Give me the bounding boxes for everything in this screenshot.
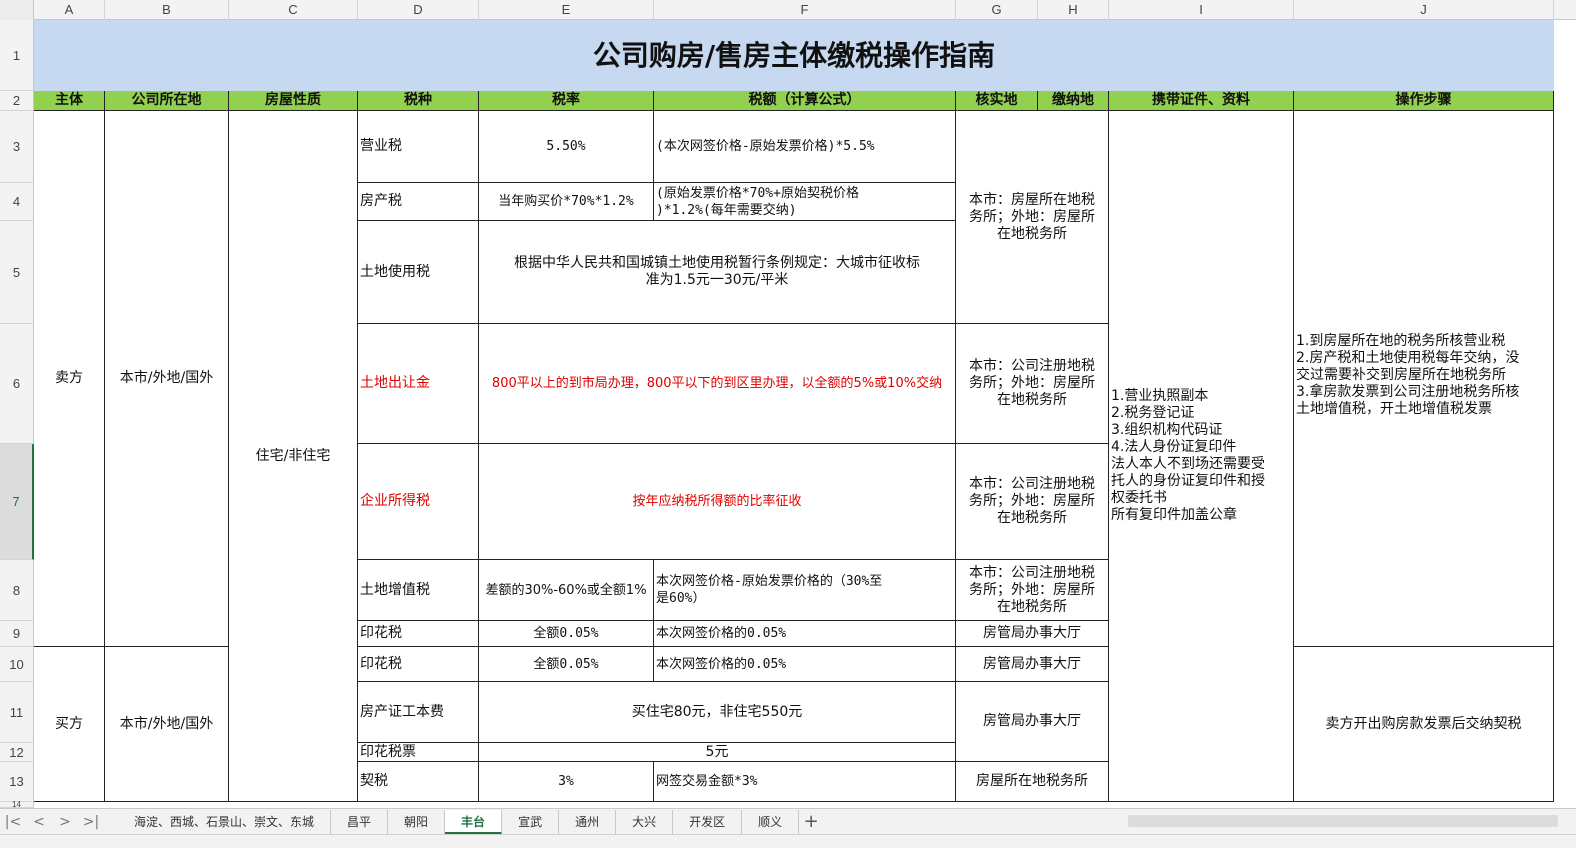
sheet-tab[interactable]: 昌平	[331, 809, 389, 834]
seller-amount-row8[interactable]: 本次网签价格-原始发票价格的（30%至 是60%）	[654, 560, 956, 621]
buyer-rate-row13[interactable]: 3%	[479, 762, 654, 802]
spreadsheet-grid: A B C D E F G H I J 1 2 3 4 5 6 7 8 9 10…	[0, 0, 1576, 848]
sheet-tab-bar: |< < > >| 海淀、西城、石景山、崇文、东城 昌平 朝阳 丰台 宣武 通州…	[0, 808, 1576, 834]
seller-amount-row9[interactable]: 本次网签价格的0.05%	[654, 621, 956, 647]
header-nature[interactable]: 房屋性质	[229, 91, 358, 111]
col-header-a[interactable]: A	[34, 0, 105, 20]
seller-tax-row4[interactable]: 房产税	[358, 183, 479, 221]
add-sheet-icon[interactable]: +	[799, 811, 823, 832]
col-header-e[interactable]: E	[479, 0, 654, 20]
header-pay-place[interactable]: 缴纳地	[1038, 91, 1109, 111]
buyer-tax-row11[interactable]: 房产证工本费	[358, 682, 479, 743]
seller-tax-row7[interactable]: 企业所得税	[358, 444, 479, 560]
buyer-merged-row12[interactable]: 5元	[479, 743, 956, 762]
header-subject[interactable]: 主体	[34, 91, 105, 111]
header-location[interactable]: 公司所在地	[105, 91, 229, 111]
seller-tax-row9[interactable]: 印花税	[358, 621, 479, 647]
row-header-10[interactable]: 10	[0, 647, 34, 682]
buyer-location-cell[interactable]: 本市/外地/国外	[105, 647, 229, 802]
nature-cell[interactable]: 住宅/非住宅	[229, 111, 358, 802]
seller-location-cell[interactable]: 本市/外地/国外	[105, 111, 229, 647]
seller-steps-cell[interactable]: 1.到房屋所在地的税务所核营业税 2.房产税和土地使用税每年交纳，没 交过需要补…	[1294, 111, 1554, 647]
col-header-j[interactable]: J	[1294, 0, 1554, 20]
seller-rate-row3[interactable]: 5.50%	[479, 111, 654, 183]
buyer-tax-row10[interactable]: 印花税	[358, 647, 479, 682]
buyer-amount-row13[interactable]: 网签交易金额*3%	[654, 762, 956, 802]
seller-place-d[interactable]: 本市：公司注册地税 务所；外地：房屋所 在地税务所	[956, 560, 1109, 621]
sheet-tab[interactable]: 大兴	[616, 809, 674, 834]
row-header-5[interactable]: 5	[0, 221, 34, 324]
status-bar	[0, 834, 1576, 848]
sheet-tab[interactable]: 顺义	[742, 809, 800, 834]
col-header-i[interactable]: I	[1109, 0, 1294, 20]
header-amount[interactable]: 税额（计算公式）	[654, 91, 956, 111]
row-header-3[interactable]: 3	[0, 111, 34, 183]
select-all-corner[interactable]	[0, 0, 34, 20]
sheet-tab[interactable]: 朝阳	[388, 809, 446, 834]
seller-tax-row6[interactable]: 土地出让金	[358, 324, 479, 444]
seller-subject-cell[interactable]: 卖方	[34, 111, 105, 647]
sheet-title[interactable]: 公司购房/售房主体缴税操作指南	[34, 20, 1554, 91]
row-header-6[interactable]: 6	[0, 324, 34, 444]
buyer-place-b[interactable]: 房管局办事大厅	[956, 682, 1109, 762]
next-sheet-icon[interactable]: >	[52, 814, 78, 830]
buyer-tax-row13[interactable]: 契税	[358, 762, 479, 802]
seller-rate-row4[interactable]: 当年购买价*70%*1.2%	[479, 183, 654, 221]
prev-sheet-icon[interactable]: <	[26, 814, 52, 830]
last-sheet-icon[interactable]: >|	[78, 814, 104, 830]
col-header-b[interactable]: B	[105, 0, 229, 20]
buyer-amount-row10[interactable]: 本次网签价格的0.05%	[654, 647, 956, 682]
sheet-tab[interactable]: 开发区	[673, 809, 743, 834]
seller-place-a[interactable]: 本市：房屋所在地税 务所；外地：房屋所 在地税务所	[956, 111, 1109, 324]
seller-place-c[interactable]: 本市：公司注册地税 务所；外地：房屋所 在地税务所	[956, 444, 1109, 560]
row-header-13[interactable]: 13	[0, 762, 34, 802]
buyer-tax-row12[interactable]: 印花税票	[358, 743, 479, 762]
seller-place-b[interactable]: 本市：公司注册地税 务所；外地：房屋所 在地税务所	[956, 324, 1109, 444]
seller-tax-row3[interactable]: 营业税	[358, 111, 479, 183]
row-header-4[interactable]: 4	[0, 183, 34, 221]
col-header-f[interactable]: F	[654, 0, 956, 20]
seller-amount-row3[interactable]: (本次网签价格-原始发票价格)*5.5%	[654, 111, 956, 183]
row-header-12[interactable]: 12	[0, 743, 34, 762]
seller-rate-row8[interactable]: 差额的30%-60%或全额1%	[479, 560, 654, 621]
col-header-g[interactable]: G	[956, 0, 1038, 20]
horizontal-scrollbar[interactable]	[1128, 815, 1558, 827]
col-header-c[interactable]: C	[229, 0, 358, 20]
buyer-place-row10[interactable]: 房管局办事大厅	[956, 647, 1109, 682]
sheet-tab-active[interactable]: 丰台	[445, 809, 503, 834]
first-sheet-icon[interactable]: |<	[0, 814, 26, 830]
seller-amount-row4[interactable]: (原始发票价格*70%+原始契税价格 )*1.2%(每年需要交纳)	[654, 183, 956, 221]
seller-merged-row7[interactable]: 按年应纳税所得额的比率征收	[479, 444, 956, 560]
row-header-7[interactable]: 7	[0, 444, 34, 560]
header-steps[interactable]: 操作步骤	[1294, 91, 1554, 111]
col-header-d[interactable]: D	[358, 0, 479, 20]
row-header-9[interactable]: 9	[0, 621, 34, 647]
buyer-subject-cell[interactable]: 买方	[34, 647, 105, 802]
row-header-11[interactable]: 11	[0, 682, 34, 743]
buyer-steps-cell[interactable]: 卖方开出购房款发票后交纳契税	[1294, 647, 1554, 802]
header-verify-place[interactable]: 核实地	[956, 91, 1038, 111]
sheet-tab[interactable]: 通州	[559, 809, 617, 834]
sheet-tab[interactable]: 宣武	[502, 809, 560, 834]
row-header-8[interactable]: 8	[0, 560, 34, 621]
seller-merged-row5[interactable]: 根据中华人民共和国城镇土地使用税暂行条例规定：大城市征收标 准为1.5元一30元…	[479, 221, 956, 324]
buyer-place-row13[interactable]: 房屋所在地税务所	[956, 762, 1109, 802]
documents-cell[interactable]: 1.营业执照副本 2.税务登记证 3.组织机构代码证 4.法人身份证复印件 法人…	[1109, 111, 1294, 802]
buyer-rate-row10[interactable]: 全额0.05%	[479, 647, 654, 682]
row-header-1[interactable]: 1	[0, 20, 34, 91]
header-rate[interactable]: 税率	[479, 91, 654, 111]
seller-rate-row9[interactable]: 全额0.05%	[479, 621, 654, 647]
seller-merged-row6[interactable]: 800平以上的到市局办理，800平以下的到区里办理，以全额的5%或10%交纳	[479, 324, 956, 444]
header-tax-type[interactable]: 税种	[358, 91, 479, 111]
seller-place-e[interactable]: 房管局办事大厅	[956, 621, 1109, 647]
sheet-tab[interactable]: 海淀、西城、石景山、崇文、东城	[118, 809, 332, 834]
row-header-2[interactable]: 2	[0, 91, 34, 111]
buyer-merged-row11[interactable]: 买住宅80元，非住宅550元	[479, 682, 956, 743]
column-header-bar: A B C D E F G H I J	[0, 0, 1576, 20]
seller-tax-row8[interactable]: 土地增值税	[358, 560, 479, 621]
header-documents[interactable]: 携带证件、资料	[1109, 91, 1294, 111]
col-header-h[interactable]: H	[1038, 0, 1109, 20]
seller-tax-row5[interactable]: 土地使用税	[358, 221, 479, 324]
